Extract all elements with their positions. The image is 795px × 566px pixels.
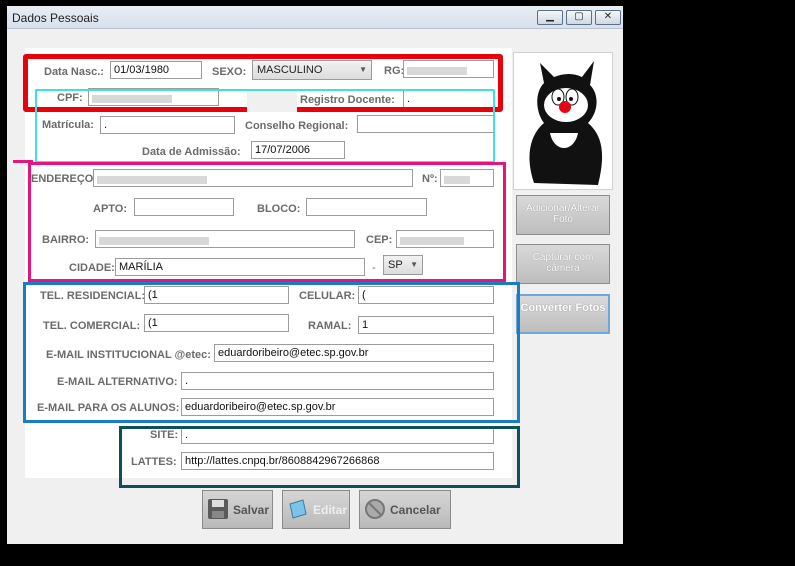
annotation-pink-line — [13, 160, 33, 163]
title-bar: Dados Pessoais ▁ ▢ ✕ — [7, 6, 623, 29]
cancel-icon — [365, 499, 385, 519]
annotation-cyan-box — [35, 89, 495, 163]
annotation-blue-box — [23, 282, 520, 423]
cartoon-cat-photo — [513, 52, 613, 190]
floppy-disk-icon — [208, 499, 228, 519]
convert-photos-button[interactable]: Converter Fotos — [516, 294, 610, 334]
dados-pessoais-window: Dados Pessoais ▁ ▢ ✕ Data Nasc.: 01/03/1… — [7, 6, 623, 544]
add-photo-button[interactable]: Adicionar/Alterar Foto — [516, 195, 610, 235]
window-title: Dados Pessoais — [12, 11, 99, 25]
maximize-icon[interactable]: ▢ — [566, 10, 592, 25]
cancel-label: Cancelar — [390, 503, 441, 517]
capture-camera-button[interactable]: Capturar com câmera — [516, 244, 610, 284]
annotation-teal-box — [119, 426, 520, 488]
minimize-icon[interactable]: ▁ — [537, 10, 563, 25]
save-label: Salvar — [233, 503, 270, 517]
cancel-button[interactable]: Cancelar — [359, 490, 451, 529]
convert-photos-label: Converter Fotos — [520, 302, 606, 314]
edit-notepad-icon — [289, 499, 307, 519]
edit-label: Editar — [313, 503, 348, 517]
close-icon[interactable]: ✕ — [595, 10, 621, 25]
save-button[interactable]: Salvar — [202, 490, 273, 529]
add-photo-label: Adicionar/Alterar Foto — [526, 203, 600, 225]
edit-button[interactable]: Editar — [282, 490, 350, 529]
annotation-pink-box — [28, 162, 506, 282]
capture-camera-label: Capturar com câmera — [532, 252, 594, 274]
